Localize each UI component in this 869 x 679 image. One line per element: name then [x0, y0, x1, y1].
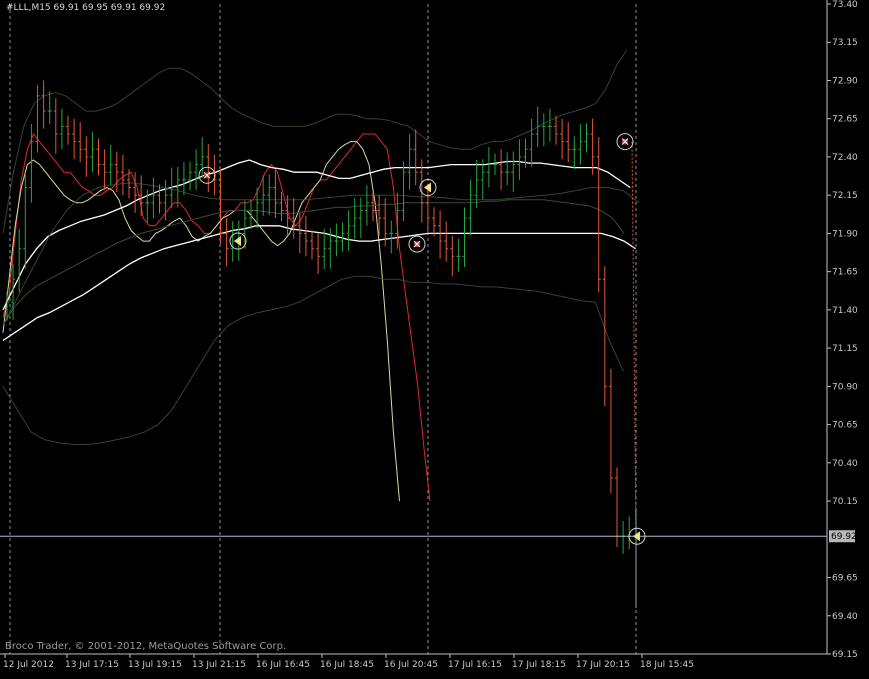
price-tick-label: 71.90 [832, 229, 858, 239]
chart-background [0, 0, 869, 675]
price-chart[interactable]: 73.40 73.15 72.90 72.65 72.40 72.15 71.90 71.65… [0, 0, 869, 675]
symbol-label: #LLL,M15 [6, 3, 51, 13]
copyright-text: Broco Trader, © 2001-2012, MetaQuotes So… [5, 641, 287, 652]
time-tick-label: 13 Jul 17:15 [65, 660, 119, 670]
price-tick-label: 71.65 [832, 268, 858, 278]
price-tick-label: 73.15 [832, 38, 858, 48]
price-tick-label: 69.40 [832, 612, 858, 622]
chart-canvas[interactable]: 73.40 73.15 72.90 72.65 72.40 72.15 71.90 71.65… [0, 0, 869, 675]
time-tick-label: 17 Jul 20:15 [576, 660, 630, 670]
price-tick-label: 70.65 [832, 421, 858, 431]
price-tick-label: 71.40 [832, 306, 858, 316]
price-tick-label: 69.65 [832, 574, 858, 584]
price-tick-label: 72.15 [832, 191, 858, 201]
price-tick-label: 70.90 [832, 382, 858, 392]
price-tick-label: 72.90 [832, 76, 858, 86]
symbol-header: #LLL,M15 69.91 69.95 69.91 69.92 [6, 3, 165, 13]
ohlc-label: 69.91 69.95 69.91 69.92 [53, 3, 166, 13]
price-tick-label: 72.65 [832, 115, 858, 125]
time-tick-label: 17 Jul 16:15 [448, 660, 502, 670]
time-tick-label: 16 Jul 16:45 [256, 660, 310, 670]
price-tick-label: 70.40 [832, 459, 858, 469]
time-tick-label: 12 Jul 2012 [3, 660, 54, 670]
time-tick-label: 16 Jul 20:45 [384, 660, 438, 670]
price-tick-label: 72.40 [832, 153, 858, 163]
time-tick-label: 13 Jul 21:15 [192, 660, 246, 670]
price-tick-label: 70.15 [832, 497, 858, 507]
current-price-label: 69.92 [831, 532, 857, 542]
price-tick-label: 71.15 [832, 344, 858, 354]
time-tick-label: 18 Jul 15:45 [640, 660, 694, 670]
time-tick-label: 16 Jul 18:45 [320, 660, 374, 670]
time-tick-label: 17 Jul 18:15 [512, 660, 566, 670]
price-tick-label: 73.40 [832, 0, 858, 10]
price-tick-label: 69.15 [832, 650, 858, 660]
time-tick-label: 13 Jul 19:15 [128, 660, 182, 670]
